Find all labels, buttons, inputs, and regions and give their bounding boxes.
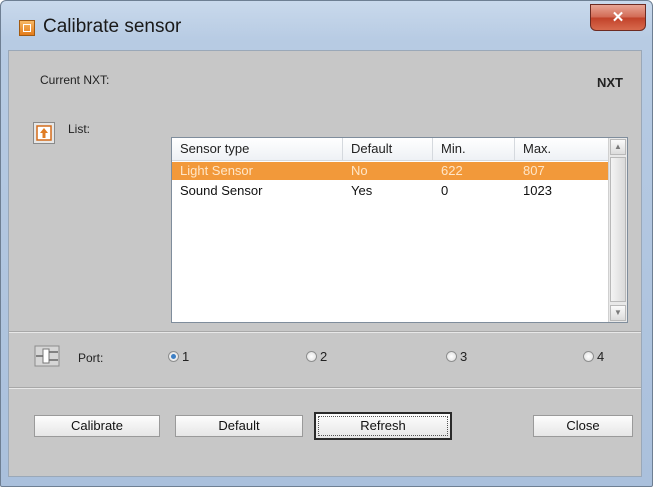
calibrate-button[interactable]: Calibrate: [34, 415, 160, 437]
current-nxt-value: NXT: [597, 75, 623, 90]
scrollbar-thumb[interactable]: [610, 157, 626, 302]
radio-dot: [446, 351, 457, 362]
close-icon: ✕: [611, 9, 625, 26]
radio-dot: [583, 351, 594, 362]
title-bar[interactable]: Calibrate sensor ✕: [1, 1, 652, 51]
column-header-min[interactable]: Min.: [433, 138, 515, 160]
close-button[interactable]: Close: [533, 415, 633, 437]
divider: [9, 387, 641, 389]
column-header-sensor-type[interactable]: Sensor type: [172, 138, 343, 160]
cell-min: 0: [441, 183, 449, 198]
refresh-button[interactable]: Refresh: [314, 412, 452, 440]
port-option-label: 4: [597, 349, 605, 364]
radio-dot: [306, 351, 317, 362]
default-button[interactable]: Default: [175, 415, 303, 437]
port-option-label: 3: [460, 349, 468, 364]
cell-default: Yes: [351, 183, 373, 198]
column-header-max[interactable]: Max.: [515, 138, 609, 160]
cell-sensor-type: Light Sensor: [180, 163, 253, 178]
app-icon: [19, 20, 35, 36]
cell-max: 807: [523, 163, 545, 178]
cell-max: 1023: [523, 183, 552, 198]
close-window-button[interactable]: ✕: [590, 4, 646, 31]
radio-dot: [168, 351, 179, 362]
cell-sensor-type: Sound Sensor: [180, 183, 263, 198]
scroll-up-icon[interactable]: ▲: [610, 139, 626, 155]
scroll-down-icon[interactable]: ▼: [610, 305, 626, 321]
port-option-label: 2: [320, 349, 328, 364]
port-label: Port:: [78, 351, 104, 365]
port-option-label: 1: [182, 349, 190, 364]
table-row[interactable]: Light Sensor No 622 807: [172, 162, 609, 180]
table-header: Sensor type Default Min. Max.: [172, 138, 609, 161]
window-title: Calibrate sensor: [43, 16, 182, 37]
table-scrollbar[interactable]: ▲ ▼: [608, 138, 627, 322]
table-row[interactable]: Sound Sensor Yes 0 1023: [172, 182, 609, 200]
cell-min: 622: [441, 163, 463, 178]
current-nxt-label: Current NXT:: [40, 73, 110, 87]
sensor-table: Sensor type Default Min. Max. Light Sens…: [171, 137, 628, 323]
list-label: List:: [68, 122, 91, 136]
upload-arrow-icon[interactable]: [33, 122, 55, 144]
plug-icon: [33, 343, 63, 369]
divider: [9, 331, 641, 333]
cell-default: No: [351, 163, 368, 178]
column-header-default[interactable]: Default: [343, 138, 433, 160]
